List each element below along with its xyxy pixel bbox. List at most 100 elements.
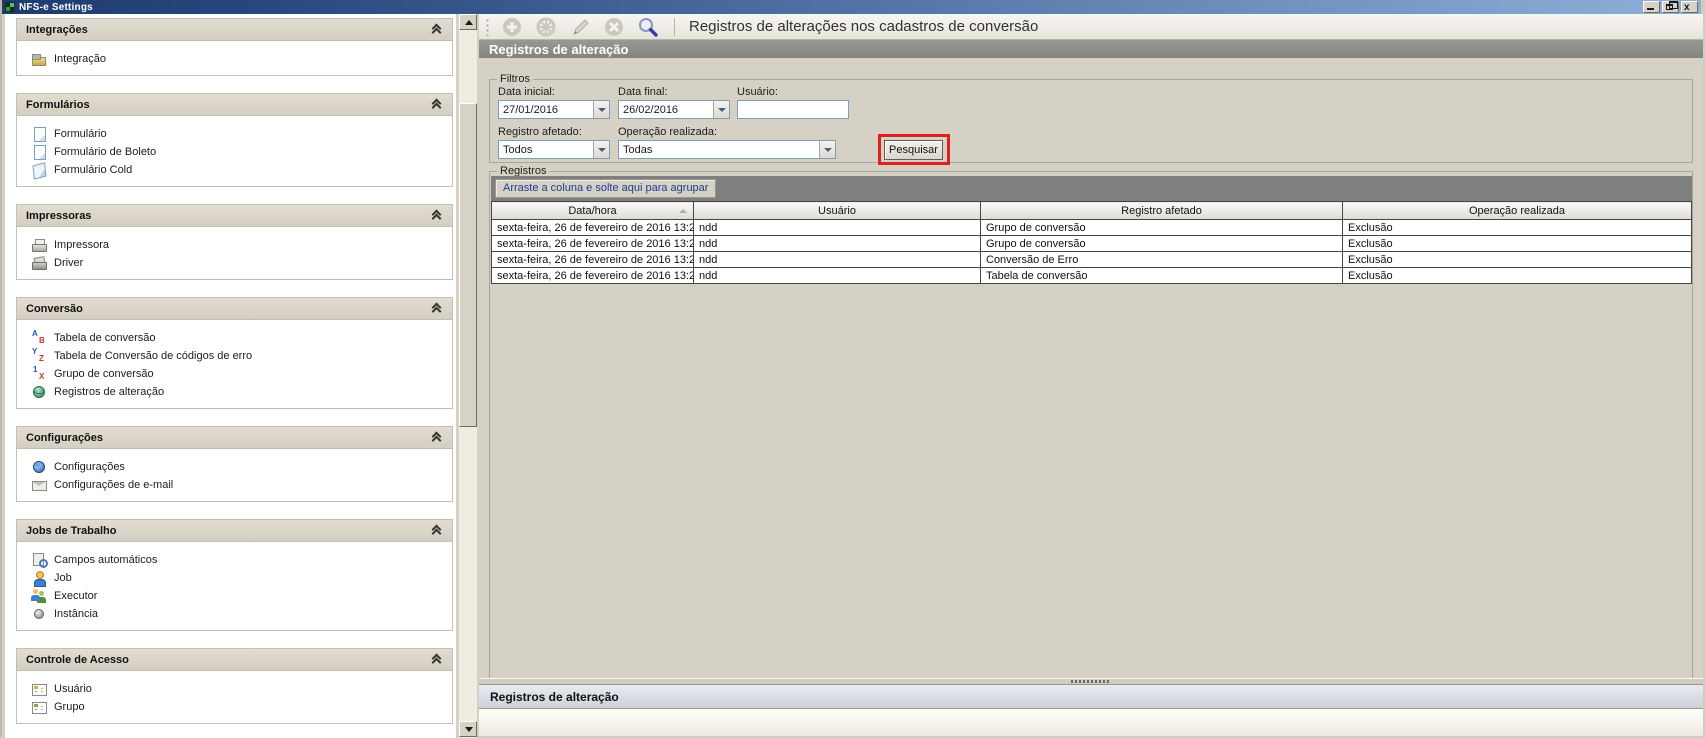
sidebar-item-configuracoes-email[interactable]: Configurações de e-mail — [17, 476, 452, 494]
section-header-controle-acesso[interactable]: Controle de Acesso — [17, 649, 452, 671]
table-row[interactable]: sexta-feira, 26 de fevereiro de 2016 13:… — [491, 267, 1692, 284]
sidebar-item-integracao[interactable]: Integração — [17, 50, 452, 68]
scrollbar-thumb[interactable] — [459, 103, 477, 427]
header-row: Data/hora Usuário Registro afetado Opera… — [491, 201, 1692, 220]
section-header-impressoras[interactable]: Impressoras — [17, 205, 452, 227]
sidebar-item-formulario[interactable]: Formulário — [17, 125, 452, 143]
sidebar-item-usuario[interactable]: Usuário — [17, 680, 452, 698]
collapse-chevron-icon[interactable] — [431, 211, 442, 221]
column-header-usuario[interactable]: Usuário — [693, 201, 981, 220]
table-row[interactable]: sexta-feira, 26 de fevereiro de 2016 13:… — [491, 219, 1692, 236]
registro-afetado-combo[interactable]: Todos — [498, 140, 610, 159]
cell-registro[interactable]: Conversão de Erro — [980, 251, 1343, 268]
sidebar-item-driver[interactable]: Driver — [17, 254, 452, 272]
item-label: Configurações de e-mail — [54, 479, 174, 491]
cell-operacao[interactable]: Exclusão — [1342, 267, 1692, 284]
collapse-chevron-icon[interactable] — [431, 304, 442, 314]
column-header-registro-afetado[interactable]: Registro afetado — [980, 201, 1343, 220]
cell-registro[interactable]: Tabela de conversão — [980, 267, 1343, 284]
operacao-realizada-label: Operação realizada: — [618, 126, 718, 138]
table-row[interactable]: sexta-feira, 26 de fevereiro de 2016 13:… — [491, 251, 1692, 268]
collapse-chevron-icon[interactable] — [431, 25, 442, 35]
horizontal-splitter[interactable] — [479, 678, 1703, 685]
chevron-down-icon[interactable] — [819, 141, 835, 158]
group-by-bar[interactable]: Arraste a coluna e solte aqui para agrup… — [491, 176, 1692, 201]
titlebar[interactable]: NFS-e Settings x — [2, 0, 1701, 14]
cell-usuario[interactable]: ndd — [693, 235, 981, 252]
chevron-down-icon[interactable] — [713, 101, 729, 118]
sidebar-item-job[interactable]: Job — [17, 569, 452, 587]
search-icon[interactable] — [636, 15, 660, 39]
operacao-realizada-combo[interactable]: Todas — [618, 140, 836, 159]
group-by-hint[interactable]: Arraste a coluna e solte aqui para agrup… — [495, 179, 717, 198]
section-header-jobs[interactable]: Jobs de Trabalho — [17, 520, 452, 542]
section-header-conversao[interactable]: Conversão — [17, 298, 452, 320]
auto-fields-icon — [31, 552, 48, 568]
section-header-formularios[interactable]: Formulários — [17, 94, 452, 116]
sidebar-item-impressora[interactable]: Impressora — [17, 236, 452, 254]
sidebar-section-controle-acesso: Controle de Acesso Usuário Grupo — [16, 648, 453, 724]
item-label: Grupo — [54, 701, 85, 713]
usuario-input[interactable] — [737, 100, 849, 119]
chevron-down-icon[interactable] — [593, 141, 609, 158]
collapse-chevron-icon[interactable] — [431, 526, 442, 536]
column-header-operacao-realizada[interactable]: Operação realizada — [1342, 201, 1692, 220]
minimize-button[interactable] — [1643, 1, 1660, 13]
table-row[interactable]: sexta-feira, 26 de fevereiro de 2016 13:… — [491, 235, 1692, 252]
usuario-label: Usuário: — [737, 86, 778, 98]
column-header-datahora[interactable]: Data/hora — [491, 201, 694, 220]
registro-afetado-value: Todos — [503, 143, 533, 156]
sidebar-item-instancia[interactable]: Instância — [17, 605, 452, 623]
sidebar-item-formulario-boleto[interactable]: Formulário de Boleto — [17, 143, 452, 161]
cell-datahora[interactable]: sexta-feira, 26 de fevereiro de 2016 13:… — [491, 235, 694, 252]
cancel-icon[interactable] — [602, 15, 626, 39]
change-log-icon — [31, 384, 47, 400]
collapse-chevron-icon[interactable] — [431, 100, 442, 110]
close-button[interactable]: x — [1681, 1, 1698, 13]
window-title: NFS-e Settings — [19, 1, 93, 13]
cell-datahora[interactable]: sexta-feira, 26 de fevereiro de 2016 13:… — [491, 219, 694, 236]
splitter-grip-icon[interactable] — [1071, 680, 1111, 683]
cell-datahora[interactable]: sexta-feira, 26 de fevereiro de 2016 13:… — [491, 267, 694, 284]
sidebar-item-formulario-cold[interactable]: Formulário Cold — [17, 161, 452, 179]
collapse-chevron-icon[interactable] — [431, 655, 442, 665]
cell-datahora[interactable]: sexta-feira, 26 de fevereiro de 2016 13:… — [491, 251, 694, 268]
sidebar-item-grupo[interactable]: Grupo — [17, 698, 452, 716]
scroll-up-button[interactable] — [459, 14, 477, 30]
bottom-panel-body — [479, 709, 1703, 736]
item-label: Integração — [54, 53, 106, 65]
item-label: Configurações — [54, 461, 125, 473]
data-inicial-combo[interactable]: 27/01/2016 — [498, 100, 610, 119]
sidebar-scrollbar[interactable] — [459, 14, 477, 738]
cell-usuario[interactable]: ndd — [693, 267, 981, 284]
edit-icon[interactable] — [568, 15, 592, 39]
sidebar-item-grupo-conversao[interactable]: Grupo de conversão — [17, 365, 452, 383]
cell-operacao[interactable]: Exclusão — [1342, 235, 1692, 252]
sidebar-item-tabela-conversao[interactable]: Tabela de conversão — [17, 329, 452, 347]
cell-operacao[interactable]: Exclusão — [1342, 251, 1692, 268]
data-final-combo[interactable]: 26/02/2016 — [618, 100, 730, 119]
sidebar-item-executor[interactable]: Executor — [17, 587, 452, 605]
restore-icon — [1666, 1, 1678, 10]
cell-registro[interactable]: Grupo de conversão — [980, 235, 1343, 252]
sidebar-item-registros-alteracao[interactable]: Registros de alteração — [17, 383, 452, 401]
sidebar-item-configuracoes[interactable]: Configurações — [17, 458, 452, 476]
scroll-down-button[interactable] — [459, 721, 477, 737]
sidebar-item-campos-automaticos[interactable]: Campos automáticos — [17, 551, 452, 569]
cell-usuario[interactable]: ndd — [693, 251, 981, 268]
cell-operacao[interactable]: Exclusão — [1342, 219, 1692, 236]
collapse-chevron-icon[interactable] — [431, 433, 442, 443]
toolbar-grip[interactable] — [485, 17, 490, 36]
add-icon[interactable] — [500, 15, 524, 39]
section-header-configuracoes[interactable]: Configurações — [17, 427, 452, 449]
cell-usuario[interactable]: ndd — [693, 219, 981, 236]
sort-ascending-icon — [679, 209, 687, 213]
cell-registro[interactable]: Grupo de conversão — [980, 219, 1343, 236]
restore-button[interactable] — [1662, 1, 1679, 13]
data-final-label: Data final: — [618, 86, 668, 98]
section-header-integracoes[interactable]: Integrações — [17, 19, 452, 41]
sidebar-item-tabela-codigos-erro[interactable]: Tabela de Conversão de códigos de erro — [17, 347, 452, 365]
item-label: Tabela de conversão — [54, 332, 156, 344]
gear-icon[interactable] — [534, 15, 558, 39]
chevron-down-icon[interactable] — [593, 101, 609, 118]
